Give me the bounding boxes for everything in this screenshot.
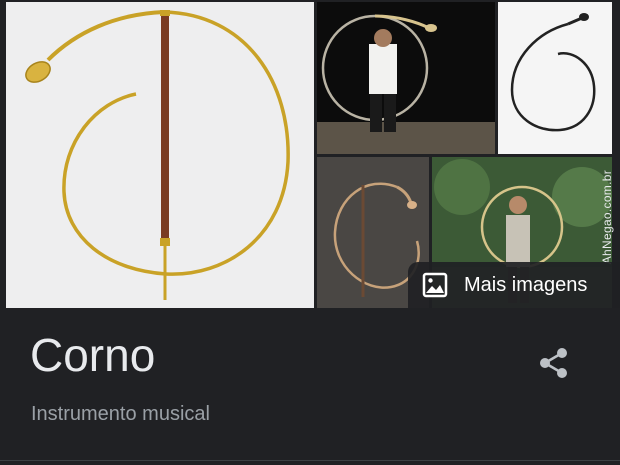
share-icon bbox=[540, 348, 567, 378]
more-images-label: Mais imagens bbox=[464, 273, 588, 296]
knowledge-panel: AhNegao.com.br Mais imagens Corno Instru… bbox=[0, 0, 620, 465]
watermark-text: AhNegao.com.br bbox=[600, 170, 614, 265]
share-button[interactable] bbox=[536, 345, 572, 381]
gallery-image-black-horn[interactable] bbox=[498, 2, 612, 154]
more-images-button[interactable]: Mais imagens bbox=[408, 262, 620, 308]
performer-photo bbox=[317, 2, 495, 154]
gallery-image-main[interactable] bbox=[6, 2, 314, 308]
divider bbox=[0, 460, 620, 461]
panel-title: Corno bbox=[30, 329, 156, 381]
image-gallery: AhNegao.com.br Mais imagens bbox=[0, 0, 620, 310]
black-horn-photo bbox=[498, 2, 612, 154]
image-icon bbox=[422, 272, 448, 298]
panel-subtitle: Instrumento musical bbox=[31, 403, 210, 425]
cornu-brass-photo bbox=[6, 2, 314, 308]
gallery-image-performer[interactable] bbox=[317, 2, 495, 154]
